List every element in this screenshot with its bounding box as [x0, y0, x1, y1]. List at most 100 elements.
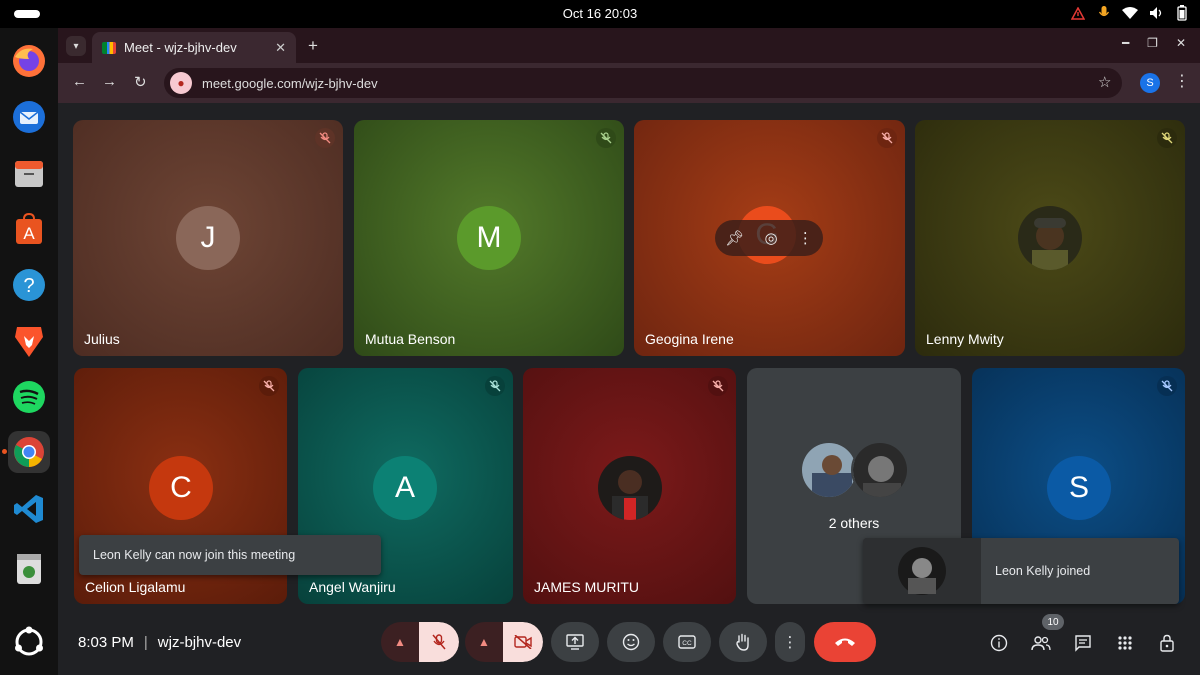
meet-stage: J Julius M Mutua Benson G 📌︎ ◎ ⋮ Geogina…	[58, 103, 1200, 675]
join-notification[interactable]: Leon Kelly joined	[863, 538, 1179, 604]
speaker-icon[interactable]	[1148, 4, 1164, 22]
joiner-thumbnail	[863, 538, 981, 604]
meeting-controls-bar: 8:03 PM | wjz-bjhv-dev ▲ ▲ CC ⋮ 10	[58, 614, 1200, 675]
bookmark-star-icon[interactable]: ☆	[1098, 73, 1111, 91]
back-arrow-icon[interactable]: ←	[72, 73, 87, 90]
toast-message: Leon Kelly joined	[995, 564, 1091, 578]
camera-control-group: ▲	[465, 622, 543, 662]
brave-icon[interactable]	[8, 320, 50, 362]
activities-grid-icon[interactable]	[1114, 632, 1136, 654]
notification-toast: Leon Kelly can now join this meeting	[79, 535, 381, 575]
participant-name: Geogina Irene	[645, 331, 734, 347]
tile-hover-controls: 📌︎ ◎ ⋮	[715, 220, 823, 256]
mic-off-icon	[877, 128, 897, 148]
mic-icon[interactable]	[1096, 4, 1112, 22]
leave-call-button[interactable]	[814, 622, 876, 662]
captions-button[interactable]: CC	[663, 622, 711, 662]
battery-icon[interactable]	[1174, 4, 1190, 22]
close-tab-icon[interactable]: ✕	[275, 40, 286, 56]
trash-icon[interactable]	[8, 547, 50, 589]
tab-search-button[interactable]: ▾	[66, 36, 86, 56]
participant-tile[interactable]: JAMES MURITU	[523, 368, 736, 604]
firefox-icon[interactable]	[8, 40, 50, 82]
people-icon[interactable]	[1030, 632, 1052, 654]
participant-avatar: J	[176, 206, 240, 270]
meeting-time: 8:03 PM	[78, 634, 134, 651]
svg-text:CC: CC	[682, 640, 692, 647]
participant-tile[interactable]: J Julius	[73, 120, 343, 356]
spotify-icon[interactable]	[8, 376, 50, 418]
mic-in-use-icon[interactable]: ●	[170, 72, 192, 94]
warning-icon[interactable]	[1070, 4, 1086, 22]
profile-avatar[interactable]: S	[1140, 73, 1160, 93]
mic-off-icon	[596, 128, 616, 148]
mic-off-icon	[259, 376, 279, 396]
browser-toolbar: ← → ↻ ● meet.google.com/wjz-bjhv-dev ☆ S…	[58, 63, 1200, 103]
mic-control-group: ▲	[381, 622, 459, 662]
window-controls: ━ ❐ ✕	[1122, 36, 1186, 50]
show-apps-icon[interactable]	[8, 621, 50, 663]
audio-options-chevron-icon[interactable]: ▲	[381, 622, 419, 662]
participant-photo	[800, 441, 858, 499]
meeting-details-icon[interactable]	[988, 632, 1010, 654]
svg-text:?: ?	[23, 275, 34, 297]
restore-icon[interactable]: ❐	[1147, 36, 1158, 50]
files-icon[interactable]	[8, 152, 50, 194]
url-text: meet.google.com/wjz-bjhv-dev	[202, 75, 378, 91]
address-bar[interactable]: ● meet.google.com/wjz-bjhv-dev	[164, 68, 1122, 98]
participant-tile[interactable]: G 📌︎ ◎ ⋮ Geogina Irene	[634, 120, 905, 356]
mic-off-icon	[1157, 128, 1177, 148]
svg-text:A: A	[23, 224, 35, 243]
mute-participant-icon[interactable]: ◎	[764, 229, 777, 247]
pin-icon[interactable]: 📌︎	[725, 229, 744, 247]
thunderbird-icon[interactable]	[8, 96, 50, 138]
more-options-icon[interactable]: ⋮	[798, 229, 813, 247]
chat-icon[interactable]	[1072, 632, 1094, 654]
camera-toggle-button[interactable]	[503, 622, 543, 662]
chrome-icon[interactable]	[2, 431, 50, 473]
minimize-icon[interactable]: ━	[1122, 36, 1129, 50]
browser-window: ▾ Meet - wjz-bjhv-dev ✕ + ━ ❐ ✕ ← → ↻ ● …	[58, 28, 1200, 675]
participant-name: JAMES MURITU	[534, 579, 639, 595]
close-window-icon[interactable]: ✕	[1176, 36, 1186, 50]
vscode-icon[interactable]	[8, 488, 50, 530]
present-screen-button[interactable]	[551, 622, 599, 662]
participant-avatar: A	[373, 456, 437, 520]
participant-avatar: M	[457, 206, 521, 270]
running-indicator	[2, 449, 7, 454]
separator: |	[143, 634, 148, 651]
participant-photo	[851, 441, 909, 499]
participant-avatar: C	[149, 456, 213, 520]
participant-name: Lenny Mwity	[926, 331, 1004, 347]
mic-off-icon	[315, 128, 335, 148]
toast-message: Leon Kelly can now join this meeting	[93, 548, 296, 562]
participant-name: Julius	[84, 331, 120, 347]
more-options-button[interactable]: ⋮	[775, 622, 805, 662]
system-clock[interactable]: Oct 16 20:03	[0, 6, 1200, 21]
forward-arrow-icon[interactable]: →	[102, 73, 117, 90]
mic-off-icon	[1157, 376, 1177, 396]
meeting-code: wjz-bjhv-dev	[157, 634, 242, 651]
browser-tab[interactable]: Meet - wjz-bjhv-dev ✕	[92, 32, 296, 63]
participant-tile[interactable]: Lenny Mwity	[915, 120, 1185, 356]
wifi-icon[interactable]	[1122, 4, 1138, 22]
others-label: 2 others	[828, 515, 880, 531]
video-options-chevron-icon[interactable]: ▲	[465, 622, 503, 662]
meeting-info: 8:03 PM | wjz-bjhv-dev	[78, 634, 241, 651]
participant-photo	[598, 456, 662, 520]
dock: A ?	[0, 28, 58, 675]
reload-icon[interactable]: ↻	[134, 73, 147, 91]
mic-off-icon	[708, 376, 728, 396]
help-icon[interactable]: ?	[8, 264, 50, 306]
participant-tile[interactable]: M Mutua Benson	[354, 120, 624, 356]
mic-toggle-button[interactable]	[419, 622, 459, 662]
raise-hand-button[interactable]	[719, 622, 767, 662]
host-controls-lock-icon[interactable]	[1156, 632, 1178, 654]
browser-menu-icon[interactable]: ⋮	[1174, 71, 1190, 91]
participant-avatar: S	[1047, 456, 1111, 520]
new-tab-button[interactable]: +	[308, 36, 318, 56]
tab-title: Meet - wjz-bjhv-dev	[124, 40, 237, 55]
app-center-icon[interactable]: A	[8, 208, 50, 250]
system-tray[interactable]	[1070, 4, 1190, 22]
reactions-button[interactable]	[607, 622, 655, 662]
